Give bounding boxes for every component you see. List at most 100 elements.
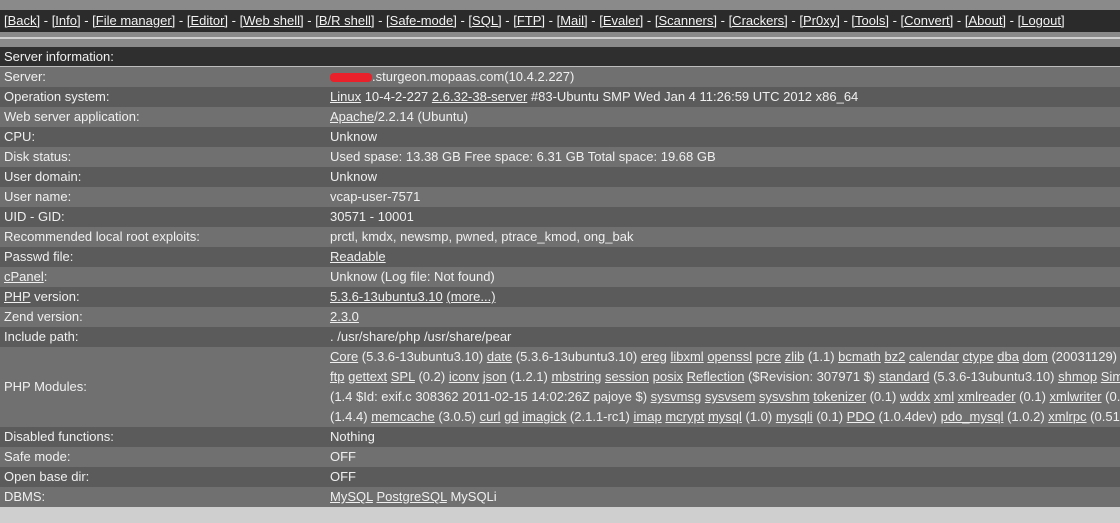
apache-version: /2.2.14 (Ubuntu): [374, 109, 469, 124]
nav-separator: -: [1006, 13, 1018, 28]
nav-link-scanners[interactable]: [Scanners]: [655, 13, 717, 28]
nav-separator: -: [303, 13, 316, 28]
module-link[interactable]: xmlrpc: [1048, 409, 1086, 424]
module-link[interactable]: Core: [330, 349, 358, 364]
module-link[interactable]: date: [487, 349, 512, 364]
module-text: (0.2): [414, 369, 449, 384]
module-link[interactable]: xmlreader: [958, 389, 1016, 404]
module-link[interactable]: mcrypt: [665, 409, 704, 424]
nav-separator: -: [175, 13, 187, 28]
nav-separator: -: [953, 13, 965, 28]
nav-link-evaler[interactable]: [Evaler]: [599, 13, 643, 28]
os-link[interactable]: Linux: [330, 89, 361, 104]
row-cpanel: cPanel: Unknow (Log file: Not found): [0, 267, 1120, 287]
apache-link[interactable]: Apache: [330, 109, 374, 124]
php-version-link[interactable]: 5.3.6-13ubuntu3.10: [330, 289, 443, 304]
module-link[interactable]: pdo_mysql: [941, 409, 1004, 424]
module-link[interactable]: imap: [634, 409, 662, 424]
module-link[interactable]: sysvmsg: [651, 389, 702, 404]
module-link[interactable]: bcmath: [838, 349, 881, 364]
kernel-link[interactable]: 2.6.32-38-server: [432, 89, 527, 104]
nav-link-back[interactable]: [Back]: [4, 13, 40, 28]
nav-link-file-manager[interactable]: [File manager]: [92, 13, 175, 28]
module-link[interactable]: dba: [997, 349, 1019, 364]
php-more-link[interactable]: (more...): [446, 289, 495, 304]
module-link[interactable]: ftp: [330, 369, 344, 384]
nav-link-ftp[interactable]: [FTP]: [513, 13, 545, 28]
module-link[interactable]: mbstring: [551, 369, 601, 384]
label-user: User name:: [0, 187, 326, 207]
module-link[interactable]: Reflection: [687, 369, 745, 384]
module-link[interactable]: standard: [879, 369, 930, 384]
module-link[interactable]: mysqli: [776, 409, 813, 424]
row-domain: User domain: Unknow: [0, 167, 1120, 187]
module-link[interactable]: openssl: [707, 349, 752, 364]
module-link[interactable]: tokenizer: [813, 389, 866, 404]
server-info-panel: Server information: Server: .sturgeon.mo…: [0, 47, 1120, 507]
module-link[interactable]: xmlwriter: [1050, 389, 1102, 404]
zend-version-link[interactable]: 2.3.0: [330, 309, 359, 324]
module-link[interactable]: libxml: [670, 349, 703, 364]
nav-separator: -: [374, 13, 387, 28]
label-cpu: CPU:: [0, 127, 326, 147]
module-link[interactable]: memcache: [371, 409, 435, 424]
nav-link-mail[interactable]: [Mail]: [557, 13, 588, 28]
postgresql-link[interactable]: PostgreSQL: [376, 489, 446, 504]
module-link[interactable]: curl: [480, 409, 501, 424]
module-link[interactable]: shmop: [1058, 369, 1097, 384]
nav-link-sql[interactable]: [SQL]: [468, 13, 501, 28]
nav-link-crackers[interactable]: [Crackers]: [729, 13, 788, 28]
cpanel-link[interactable]: cPanel: [4, 269, 44, 284]
row-dbms: DBMS: MySQL PostgreSQL MySQLi: [0, 487, 1120, 507]
php-link[interactable]: PHP: [4, 289, 31, 304]
module-link[interactable]: SPL: [391, 369, 415, 384]
module-link[interactable]: wddx: [900, 389, 930, 404]
nav-link-tools[interactable]: [Tools]: [851, 13, 889, 28]
module-link[interactable]: pcre: [756, 349, 781, 364]
module-link[interactable]: session: [605, 369, 649, 384]
module-text: (5.3.6-13ubuntu3.10): [358, 349, 487, 364]
nav-link-editor[interactable]: [Editor]: [187, 13, 228, 28]
nav-link-safe-mode[interactable]: [Safe-mode]: [386, 13, 457, 28]
row-cpu: CPU: Unknow: [0, 127, 1120, 147]
module-link[interactable]: gettext: [348, 369, 387, 384]
value-disabled: Nothing: [326, 427, 1120, 447]
label-domain: User domain:: [0, 167, 326, 187]
module-link[interactable]: xml: [934, 389, 954, 404]
module-link[interactable]: zlib: [785, 349, 805, 364]
module-link[interactable]: gd: [504, 409, 518, 424]
nav-link-b-r-shell[interactable]: [B/R shell]: [315, 13, 374, 28]
redaction-mark: [330, 73, 372, 83]
module-link[interactable]: bz2: [884, 349, 905, 364]
module-link[interactable]: json: [483, 369, 507, 384]
nav-separator: -: [717, 13, 729, 28]
module-link[interactable]: sysvsem: [705, 389, 756, 404]
nav-link-convert[interactable]: [Convert]: [901, 13, 954, 28]
module-text: (0.1): [812, 409, 847, 424]
value-safe: OFF: [326, 447, 1120, 467]
module-link[interactable]: sysvshm: [759, 389, 810, 404]
module-link[interactable]: ctype: [963, 349, 994, 364]
module-link[interactable]: SimpleXML: [1101, 369, 1120, 384]
passwd-readable-link[interactable]: Readable: [330, 249, 386, 264]
nav-link-pr0xy[interactable]: [Pr0xy]: [799, 13, 839, 28]
module-link[interactable]: dom: [1023, 349, 1048, 364]
nav-link-logout[interactable]: [Logout]: [1018, 13, 1065, 28]
module-link[interactable]: mysql: [708, 409, 742, 424]
module-link[interactable]: posix: [653, 369, 683, 384]
label-web: Web server application:: [0, 107, 326, 127]
nav-link-about[interactable]: [About]: [965, 13, 1006, 28]
nav-link-info[interactable]: [Info]: [52, 13, 81, 28]
nav-link-web-shell[interactable]: [Web shell]: [240, 13, 304, 28]
module-link[interactable]: ereg: [641, 349, 667, 364]
module-link[interactable]: iconv: [449, 369, 479, 384]
value-exploits: prctl, kmdx, newsmp, pwned, ptrace_kmod,…: [326, 227, 1120, 247]
value-openbase: OFF: [326, 467, 1120, 487]
row-user: User name: vcap-user-7571: [0, 187, 1120, 207]
row-uid: UID - GID: 30571 - 10001: [0, 207, 1120, 227]
module-link[interactable]: calendar: [909, 349, 959, 364]
mysql-link[interactable]: MySQL: [330, 489, 373, 504]
row-zend: Zend version: 2.3.0: [0, 307, 1120, 327]
module-link[interactable]: PDO: [847, 409, 875, 424]
module-link[interactable]: imagick: [522, 409, 566, 424]
